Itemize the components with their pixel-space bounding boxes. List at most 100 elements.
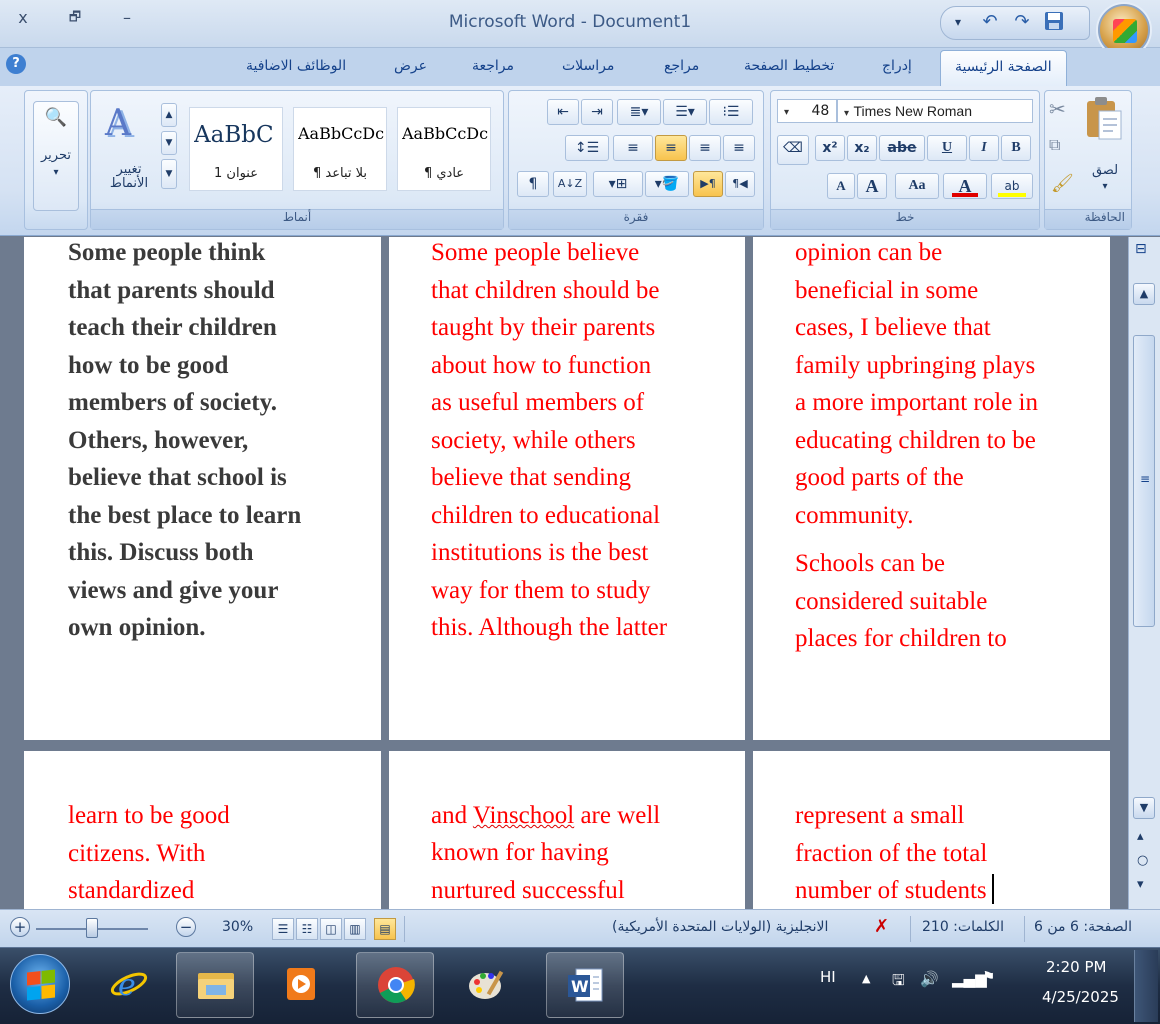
draft-view-button[interactable]: ☰	[272, 918, 294, 940]
align-left-button[interactable]: ≡	[655, 135, 687, 161]
start-button[interactable]	[10, 954, 70, 1014]
sort-button[interactable]: A↓Z	[553, 171, 587, 197]
align-right-button[interactable]: ≡	[723, 135, 755, 161]
taskbar-ie[interactable]: e	[90, 952, 168, 1018]
language-status[interactable]: الانجليزية (الولايات المتحدة الأمريكية)	[612, 919, 828, 935]
scroll-down-button[interactable]: ▼	[1133, 797, 1155, 819]
usb-icon[interactable]: 🖫	[892, 970, 905, 995]
page[interactable]: Some people think that parents should te…	[24, 237, 381, 740]
browse-object-button[interactable]: ○	[1137, 853, 1148, 868]
taskbar-explorer[interactable]	[176, 952, 254, 1018]
tab-insert[interactable]: إدراج	[882, 58, 912, 74]
taskbar-chrome[interactable]	[356, 952, 434, 1018]
page[interactable]: and Vinschool are well known for having …	[389, 751, 745, 909]
zoom-level[interactable]: 30%	[222, 919, 253, 935]
shading-button[interactable]: ▾🪣	[645, 171, 689, 197]
numbering-button[interactable]: ☰▾	[663, 99, 707, 125]
close-button[interactable]: x	[8, 6, 38, 30]
page[interactable]: opinion can be beneficial in some cases,…	[753, 237, 1110, 740]
tab-view[interactable]: عرض	[394, 58, 427, 74]
font-name-combo[interactable]: ▾ Times New Roman	[837, 99, 1033, 123]
next-page-button[interactable]: ▾	[1137, 877, 1144, 892]
input-language[interactable]: HI	[820, 968, 836, 986]
styles-more[interactable]: ▼	[161, 159, 177, 189]
restore-button[interactable]: 🗗	[60, 6, 90, 30]
tab-mailings[interactable]: مراسلات	[562, 58, 614, 74]
tab-review[interactable]: مراجعة	[472, 58, 514, 74]
zoom-slider-thumb[interactable]	[86, 918, 99, 938]
zoom-in-button[interactable]: +	[10, 917, 30, 937]
copy-icon[interactable]: ⧉	[1049, 135, 1060, 155]
ruler-toggle-icon[interactable]: ⊟	[1135, 241, 1147, 257]
italic-button[interactable]: I	[969, 135, 999, 161]
show-desktop-button[interactable]	[1134, 950, 1158, 1022]
increase-indent-button[interactable]: ⇥	[581, 99, 613, 125]
minimize-button[interactable]: –	[112, 6, 142, 30]
style-heading1[interactable]: AaBbC عنوان 1	[189, 107, 283, 191]
bold-button[interactable]: B	[1001, 135, 1031, 161]
align-center-button[interactable]: ≡	[689, 135, 721, 161]
tab-page-layout[interactable]: تخطيط الصفحة	[744, 58, 834, 74]
bullets-button[interactable]: ⁝☰	[709, 99, 753, 125]
show-hidden-icons[interactable]: ▲	[862, 972, 870, 985]
zoom-out-button[interactable]: −	[176, 917, 196, 937]
qat-customize-button[interactable]: ▾	[947, 15, 969, 29]
change-case-button[interactable]: Aa	[895, 173, 939, 199]
taskbar-media[interactable]	[262, 952, 340, 1018]
ltr-button[interactable]: ▶¶	[693, 171, 723, 197]
show-marks-button[interactable]: ¶	[517, 171, 549, 197]
cut-icon[interactable]: ✂	[1049, 97, 1066, 121]
page[interactable]: represent a small fraction of the total …	[753, 751, 1110, 909]
highlight-button[interactable]: ab	[991, 173, 1033, 199]
clock-time[interactable]: 2:20 PM	[1046, 958, 1106, 976]
clear-formatting-button[interactable]: ⌫	[777, 135, 809, 165]
full-screen-reading-button[interactable]: ▥	[344, 918, 366, 940]
action-center-icon[interactable]: ⚑	[982, 968, 995, 986]
vertical-scrollbar[interactable]: ⊟ ▲ ≡ ▼ ▴ ○ ▾	[1128, 237, 1160, 909]
web-layout-button[interactable]: ◫	[320, 918, 342, 940]
tab-references[interactable]: مراجع	[664, 58, 699, 74]
format-painter-icon[interactable]: 🖌	[1051, 173, 1074, 194]
taskbar-paint[interactable]	[448, 952, 526, 1018]
print-layout-button[interactable]: ▤	[374, 918, 396, 940]
decrease-indent-button[interactable]: ⇤	[547, 99, 579, 125]
clock-date[interactable]: 4/25/2025	[1042, 988, 1119, 1006]
shrink-font-button[interactable]: A	[827, 173, 855, 199]
previous-page-button[interactable]: ▴	[1137, 829, 1144, 844]
word-count[interactable]: الكلمات: 210	[922, 919, 1004, 935]
outline-view-button[interactable]: ☷	[296, 918, 318, 940]
styles-scroll-down[interactable]: ▼	[161, 131, 177, 155]
borders-button[interactable]: ▾⊞	[593, 171, 643, 197]
tab-addins[interactable]: الوظائف الاضافية	[246, 58, 346, 74]
proofing-error-icon[interactable]: ✗	[874, 916, 889, 937]
scroll-up-button[interactable]: ▲	[1133, 283, 1155, 305]
line-spacing-button[interactable]: ↕☰	[565, 135, 609, 161]
change-styles-button[interactable]: A تغيير الأنماط	[103, 103, 155, 203]
rtl-button[interactable]: ¶◀	[725, 171, 755, 197]
taskbar-word[interactable]: W	[546, 952, 624, 1018]
save-button[interactable]	[1043, 11, 1065, 36]
font-color-button[interactable]: A	[943, 173, 987, 199]
page[interactable]: learn to be good citizens. With standard…	[24, 751, 381, 909]
undo-button[interactable]: ↶	[979, 11, 1001, 32]
strikethrough-button[interactable]: abe	[879, 135, 925, 161]
underline-button[interactable]: U	[927, 135, 967, 161]
style-no-spacing[interactable]: AaBbCcDc ¶ بلا تباعد	[293, 107, 387, 191]
misspelled-word[interactable]: Vinschool	[473, 802, 574, 829]
subscript-button[interactable]: x₂	[847, 135, 877, 161]
superscript-button[interactable]: x²	[815, 135, 845, 161]
style-normal[interactable]: AaBbCcDc ¶ عادي	[397, 107, 491, 191]
volume-icon[interactable]: 🔊	[920, 970, 939, 988]
scroll-thumb[interactable]: ≡	[1133, 335, 1155, 627]
font-size-combo[interactable]: ▾ 48	[777, 99, 837, 123]
paste-button[interactable]: لصق ▾	[1083, 95, 1127, 207]
editing-button[interactable]: 🔍 تحرير ▾	[33, 101, 79, 211]
grow-font-button[interactable]: A	[857, 173, 887, 199]
justify-button[interactable]: ≡	[613, 135, 653, 161]
redo-button[interactable]: ↷	[1011, 11, 1033, 32]
styles-scroll-up[interactable]: ▲	[161, 103, 177, 127]
tab-home[interactable]: الصفحة الرئيسية	[940, 50, 1067, 86]
page-number[interactable]: الصفحة: 6 من 6	[1034, 919, 1132, 935]
page[interactable]: Some people believe that children should…	[389, 237, 745, 740]
multilevel-list-button[interactable]: ≣▾	[617, 99, 661, 125]
